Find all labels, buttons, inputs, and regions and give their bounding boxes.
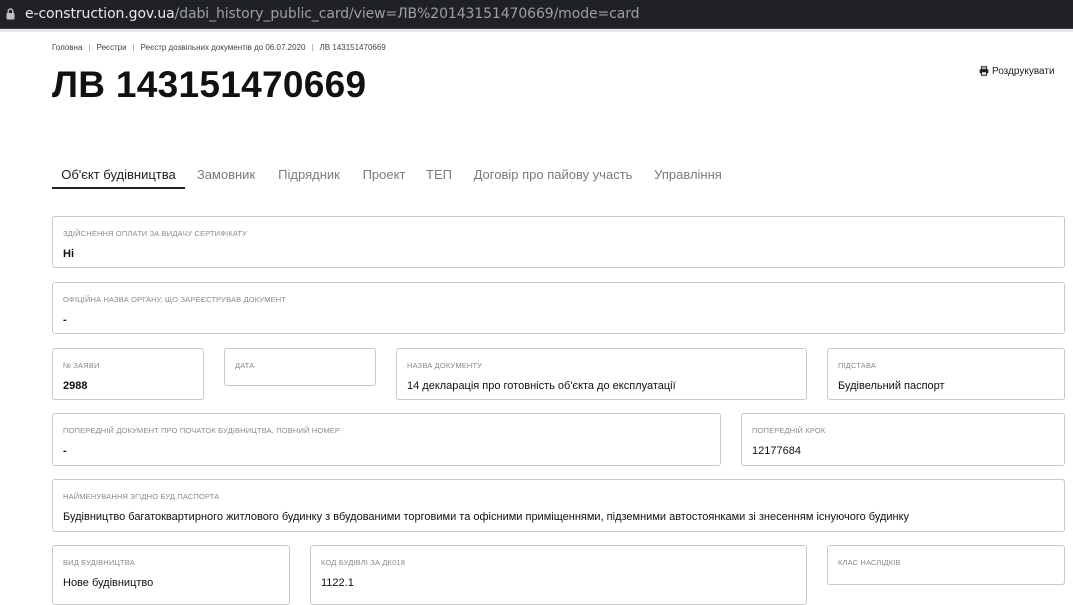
address-bar[interactable]: e-construction.gov.ua/dabi_history_publi… [0, 0, 1073, 29]
field-value: 12177684 [752, 445, 801, 457]
tab-share-agreement[interactable]: Договір про пайову участь [470, 160, 636, 189]
page-title: ЛВ 143151470669 [52, 64, 367, 105]
field-label: Вид будівництва [63, 558, 135, 567]
tab-project[interactable]: Проект [360, 160, 408, 189]
field-basis: Підстава Будівельний паспорт [827, 348, 1065, 400]
field-application-number: № заяви 2988 [52, 348, 204, 400]
print-button[interactable]: Роздрукувати [979, 66, 1055, 77]
tab-construction-object[interactable]: Об'єкт будівництва [52, 160, 185, 189]
field-label: Попередній документ про початок будівниц… [63, 426, 341, 435]
breadcrumb-separator: | [88, 43, 91, 52]
field-label: № заяви [63, 361, 100, 370]
field-previous-document: Попередній документ про початок будівниц… [52, 413, 721, 466]
field-value: 1122.1 [321, 577, 354, 589]
url-text[interactable]: e-construction.gov.ua/dabi_history_publi… [25, 6, 640, 22]
field-document-name: Назва документу 14 декларація про готовн… [396, 348, 807, 400]
field-value: 14 декларація про готовність об'єкта до … [407, 380, 676, 392]
field-label: Код будівлі за ДК018 [321, 558, 406, 567]
field-official-body: Офіційна назва органу, що зареєстрував д… [52, 282, 1065, 334]
top-divider [0, 29, 1073, 32]
field-value: Будівництво багатоквартирного житлового … [63, 511, 910, 523]
breadcrumb-separator: | [132, 43, 135, 52]
printer-icon [979, 66, 989, 76]
tab-management[interactable]: Управління [653, 160, 723, 189]
lock-icon [6, 8, 15, 20]
field-label: Клас наслідків [838, 558, 901, 567]
breadcrumb-registries[interactable]: Реєстри [96, 43, 126, 52]
breadcrumb-separator: | [311, 43, 314, 52]
field-payment: Здійснення оплати за видачу сертифікату … [52, 216, 1065, 268]
field-building-code: Код будівлі за ДК018 1122.1 [310, 545, 807, 605]
breadcrumb: Головна | Реєстри | Реєстр дозвільних докуме… [52, 43, 386, 52]
field-label: Здійснення оплати за видачу сертифікату [63, 229, 248, 238]
field-date: Дата [224, 348, 376, 386]
field-value: Нове будівництво [63, 577, 154, 589]
url-host: e-construction.gov.ua [25, 6, 175, 22]
breadcrumb-registry[interactable]: Реєстр дозвільних документів до 06.07.20… [141, 43, 306, 52]
field-name-by-passport: Найменування згідно буд.паспорта Будівни… [52, 479, 1065, 532]
field-label: Офіційна назва органу, що зареєстрував д… [63, 295, 287, 304]
field-value: Ні [63, 248, 74, 260]
field-label: Дата [235, 361, 255, 370]
print-label: Роздрукувати [992, 66, 1055, 77]
tab-customer[interactable]: Замовник [194, 160, 258, 189]
field-label: Назва документу [407, 361, 483, 370]
url-path: /dabi_history_public_card/view=ЛВ%201431… [174, 6, 640, 22]
field-consequence-class: Клас наслідків [827, 545, 1065, 585]
field-label: Найменування згідно буд.паспорта [63, 492, 220, 501]
field-value: Будівельний паспорт [838, 380, 945, 392]
field-construction-type: Вид будівництва Нове будівництво [52, 545, 290, 605]
breadcrumb-home[interactable]: Головна [52, 43, 82, 52]
breadcrumb-current: ЛВ 143151470669 [319, 43, 386, 52]
field-value: - [63, 445, 67, 457]
field-label: Попередній крок [752, 426, 826, 435]
tab-bar: Об'єкт будівництва Замовник Підрядник Пр… [52, 160, 1065, 190]
field-previous-step: Попередній крок 12177684 [741, 413, 1065, 466]
tab-contractor[interactable]: Підрядник [274, 160, 344, 189]
field-label: Підстава [838, 361, 877, 370]
field-value: - [63, 314, 67, 326]
field-value: 2988 [63, 380, 88, 392]
tab-tep[interactable]: ТЕП [425, 160, 453, 189]
